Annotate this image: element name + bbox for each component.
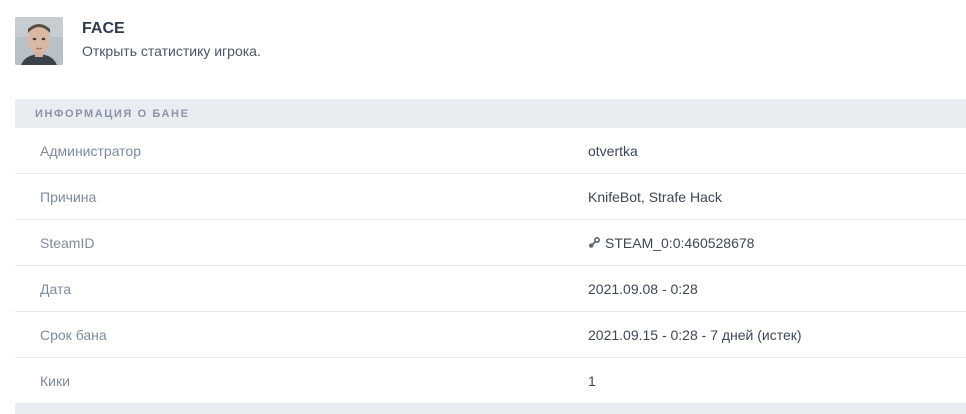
section-footer-bar	[15, 404, 966, 414]
avatar[interactable]	[15, 17, 63, 65]
steamid-text: STEAM_0:0:460528678	[605, 234, 755, 251]
row-label: SteamID	[40, 234, 95, 251]
row-steamid: SteamID STEAM_0:0:460528678	[15, 220, 966, 266]
row-date: Дата 2021.09.08 - 0:28	[15, 266, 966, 312]
player-stats-link[interactable]: Открыть статистику игрока.	[82, 43, 261, 59]
ban-term-value: 2021.09.15 - 0:28 - 7 дней (истек)	[588, 326, 802, 343]
row-label: Причина	[40, 188, 97, 205]
row-label: Срок бана	[40, 326, 107, 343]
admin-value: otvertka	[588, 142, 638, 159]
steamid-link[interactable]: STEAM_0:0:460528678	[588, 235, 754, 251]
player-card: FACE Открыть статистику игрока.	[15, 17, 261, 65]
row-label: Дата	[40, 280, 72, 297]
row-ban-term: Срок бана 2021.09.15 - 0:28 - 7 дней (ис…	[15, 312, 966, 358]
player-avatar-image	[15, 17, 63, 65]
ban-info-header: ИНФОРМАЦИЯ О БАНЕ	[15, 99, 966, 128]
steamid-value: STEAM_0:0:460528678	[588, 235, 754, 251]
date-value: 2021.09.08 - 0:28	[588, 280, 698, 297]
ban-info-section: ИНФОРМАЦИЯ О БАНЕ Администратор otvertka…	[15, 99, 966, 414]
steam-icon	[588, 236, 601, 249]
row-reason: Причина KnifeBot, Strafe Hack	[15, 174, 966, 220]
kicks-value: 1	[588, 372, 596, 389]
reason-value: KnifeBot, Strafe Hack	[588, 188, 722, 205]
row-label: Кики	[40, 372, 70, 389]
player-name: FACE	[82, 20, 125, 37]
row-admin: Администратор otvertka	[15, 128, 966, 174]
row-kicks: Кики 1	[15, 358, 966, 404]
row-label: Администратор	[40, 142, 142, 159]
